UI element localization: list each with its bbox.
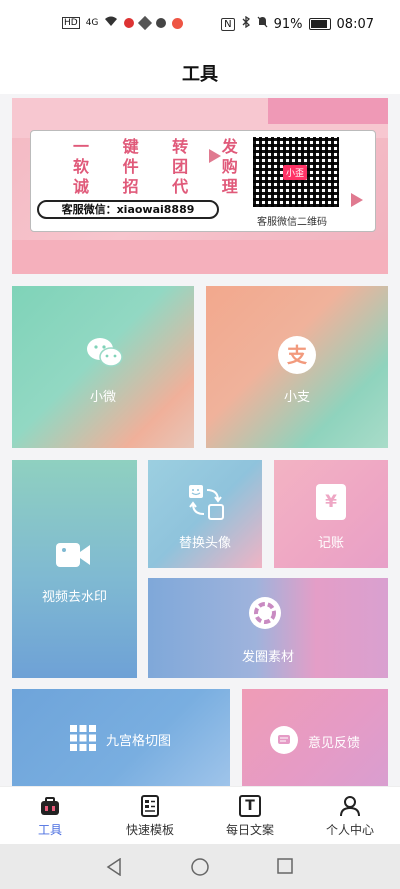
nav-templates-label: 快速模板 xyxy=(125,823,174,837)
tile-moments-material[interactable]: 发圈素材 xyxy=(148,578,388,678)
tile-avatar-label: 替换头像 xyxy=(178,536,231,551)
mute-icon xyxy=(257,16,268,32)
tile-feedback[interactable]: 意见反馈 xyxy=(242,689,388,786)
grid-icon xyxy=(70,725,96,755)
tile-ledger[interactable]: ¥ 记账 xyxy=(274,460,388,568)
battery-icon xyxy=(308,18,331,30)
battery-text: 91% xyxy=(273,16,303,32)
tile-remove-watermark[interactable]: 视频去水印 xyxy=(12,460,137,678)
alipay-glyph: 支 xyxy=(287,343,307,367)
template-icon xyxy=(139,795,161,817)
status-right: N 91% 08:07 xyxy=(221,15,374,32)
status-bar: HD 4G N 91% 08:07 xyxy=(0,0,400,50)
ledger-icon: ¥ xyxy=(316,484,346,520)
banner-decor-magenta xyxy=(268,98,388,124)
wechat-icon xyxy=(86,336,123,367)
tile-moments-label: 发圈素材 xyxy=(241,650,294,665)
triangle-icon xyxy=(209,149,221,163)
wifi-icon xyxy=(104,16,118,30)
alipay-icon: 支 xyxy=(278,336,316,374)
chat-bubble-icon xyxy=(270,726,298,754)
app-icon-1 xyxy=(124,18,135,28)
bottom-nav: 工具 快速模板 T 每日文案 个人中心 xyxy=(0,786,400,845)
nav-profile-label: 个人中心 xyxy=(325,823,374,837)
slogan-line-3: 诚 招 代 理 xyxy=(73,177,252,196)
tile-watermark-label: 视频去水印 xyxy=(41,590,107,605)
tile-wechat[interactable]: 小微 xyxy=(12,286,194,448)
banner-card: 一 键 转 发 软 件 团 购 诚 招 代 理 客服微信：xiaowai8889… xyxy=(30,130,376,232)
slogan-line-2: 软 件 团 购 xyxy=(73,157,252,176)
nav-daily-copy[interactable]: T 每日文案 xyxy=(200,795,300,838)
text-t-icon: T xyxy=(239,795,261,817)
back-icon[interactable] xyxy=(106,857,122,880)
system-nav-bar xyxy=(0,844,400,889)
tile-alipay[interactable]: 支 小支 xyxy=(206,286,388,448)
aperture-icon xyxy=(248,596,282,634)
header: 工具 xyxy=(0,50,400,94)
text-t-glyph: T xyxy=(245,798,255,814)
wechat-id-label: 客服微信：xiaowai8889 xyxy=(37,200,219,219)
app-icon-2 xyxy=(138,15,153,31)
nav-daily-label: 每日文案 xyxy=(225,823,274,837)
tile-alipay-label: 小支 xyxy=(283,390,310,405)
video-camera-icon xyxy=(56,540,92,574)
tile-grid-label: 九宫格切图 xyxy=(106,734,172,749)
bluetooth-icon xyxy=(241,15,251,32)
triangle-icon-2 xyxy=(351,193,363,207)
tile-wechat-label: 小微 xyxy=(89,390,116,405)
hd-icon: HD xyxy=(62,17,80,29)
qr-badge: 小歪 xyxy=(283,165,308,180)
tile-replace-avatar[interactable]: 替换头像 xyxy=(148,460,262,568)
person-icon xyxy=(339,795,361,817)
nav-profile[interactable]: 个人中心 xyxy=(300,795,400,838)
signal-icon: 4G xyxy=(85,18,99,28)
nav-tools[interactable]: 工具 xyxy=(0,795,100,838)
tile-feedback-label: 意见反馈 xyxy=(308,736,361,751)
recents-icon[interactable] xyxy=(277,858,293,878)
promo-banner[interactable]: 一 键 转 发 软 件 团 购 诚 招 代 理 客服微信：xiaowai8889… xyxy=(12,98,388,274)
app-icon-3 xyxy=(156,18,167,28)
home-icon[interactable] xyxy=(190,857,210,881)
slogan-line-1: 一 键 转 发 xyxy=(73,137,252,156)
status-left: HD 4G xyxy=(62,15,184,31)
page-title: 工具 xyxy=(182,64,218,85)
banner-slogan: 一 键 转 发 软 件 团 购 诚 招 代 理 xyxy=(73,137,252,197)
qr-caption: 客服微信二维码 xyxy=(257,217,327,228)
app-icon-4 xyxy=(172,17,184,29)
nav-tools-label: 工具 xyxy=(37,823,62,837)
banner-decor-bottom xyxy=(12,240,388,274)
tile-ledger-label: 记账 xyxy=(317,536,344,551)
toolbox-icon xyxy=(39,795,61,817)
swap-avatar-icon xyxy=(188,484,224,524)
nav-templates[interactable]: 快速模板 xyxy=(100,795,200,838)
nfc-icon: N xyxy=(221,17,235,31)
clock: 08:07 xyxy=(336,16,374,32)
tile-grid-cut[interactable]: 九宫格切图 xyxy=(12,689,230,786)
yen-glyph: ¥ xyxy=(325,492,337,512)
